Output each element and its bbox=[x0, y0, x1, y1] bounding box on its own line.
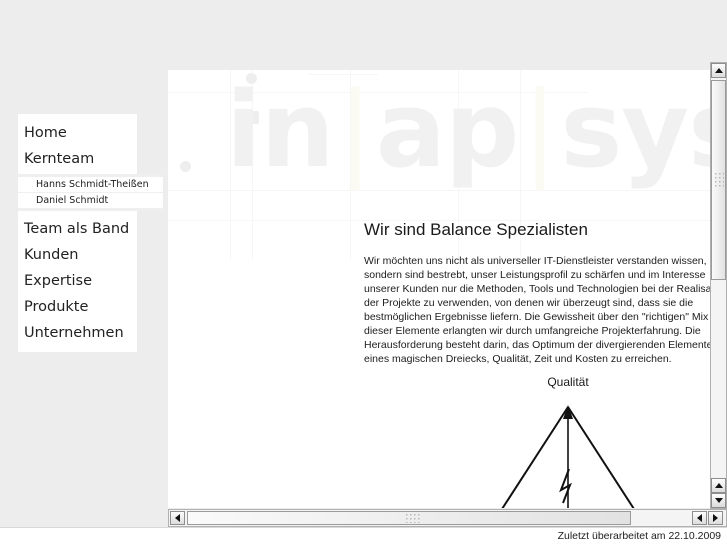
grip-dots-icon bbox=[715, 173, 724, 187]
scroll-page-left-button[interactable] bbox=[692, 511, 707, 525]
watermark-logo-part2: ap bbox=[375, 70, 520, 191]
sidebar-submenu-kernteam[interactable]: Hanns Schmidt-Theißen Daniel Schmidt bbox=[18, 174, 163, 211]
scroll-left-button[interactable] bbox=[170, 511, 185, 525]
sidebar-item-expertise[interactable]: Expertise bbox=[18, 268, 137, 294]
scroll-down-button[interactable] bbox=[711, 493, 726, 508]
browser-page: in|ap|sys Wir sind Balance Spezialisten … bbox=[0, 0, 727, 545]
arrow-left-icon bbox=[175, 514, 180, 522]
scroll-right-button[interactable] bbox=[708, 511, 723, 525]
article-body-text: Wir möchten uns nicht als universeller I… bbox=[364, 255, 710, 365]
article: Wir sind Balance Spezialisten Wir möchte… bbox=[364, 220, 710, 366]
sidebar-item-team-als-band[interactable]: Team als Band bbox=[18, 216, 137, 242]
magic-triangle-diagram: Qualität bbox=[448, 375, 688, 508]
sidebar-item-kernteam[interactable]: Kernteam bbox=[18, 146, 137, 172]
sidebar-item-home[interactable]: Home bbox=[18, 120, 137, 146]
sidebar-item-produkte[interactable]: Produkte bbox=[18, 294, 137, 320]
watermark-logo-separator-2: | bbox=[522, 70, 557, 191]
diagram-svg bbox=[501, 405, 635, 508]
page-title: Wir sind Balance Spezialisten bbox=[364, 220, 588, 239]
watermark-logo-part3: sys bbox=[560, 70, 710, 191]
grip-dots-icon bbox=[406, 514, 420, 523]
horizontal-scrollbar-thumb[interactable] bbox=[187, 511, 631, 525]
sidebar-subitem-hanns-schmidt-theissen[interactable]: Hanns Schmidt-Theißen bbox=[18, 177, 163, 192]
sidebar-item-unternehmen[interactable]: Unternehmen bbox=[18, 320, 137, 346]
sidebar-subitem-daniel-schmidt[interactable]: Daniel Schmidt bbox=[18, 193, 163, 208]
arrow-left-icon bbox=[697, 514, 702, 522]
vertical-scrollbar-thumb[interactable] bbox=[711, 80, 726, 280]
arrow-right-icon bbox=[713, 514, 718, 522]
scroll-up-button[interactable] bbox=[711, 63, 726, 78]
watermark-logo-separator-1: | bbox=[337, 70, 373, 191]
sidebar-nav[interactable]: Home Kernteam Team als Band Kunden Exper… bbox=[18, 114, 137, 352]
scroll-page-up-button[interactable] bbox=[711, 478, 726, 493]
watermark-logo-part1: in bbox=[226, 70, 335, 191]
watermark-logo-text: in|ap|sys bbox=[226, 78, 710, 182]
status-last-modified-text: Zuletzt überarbeitet am 22.10.2009 bbox=[557, 530, 721, 542]
arrow-down-icon bbox=[714, 498, 723, 503]
arrow-up-icon bbox=[714, 68, 723, 73]
status-bar: Zuletzt überarbeitet am 22.10.2009 bbox=[0, 527, 727, 545]
sidebar-item-kunden[interactable]: Kunden bbox=[18, 242, 137, 268]
content-scroll-viewport[interactable]: in|ap|sys Wir sind Balance Spezialisten … bbox=[168, 70, 710, 508]
arrow-up-icon bbox=[714, 483, 723, 488]
diagram-label-qualitaet: Qualität bbox=[547, 375, 589, 389]
